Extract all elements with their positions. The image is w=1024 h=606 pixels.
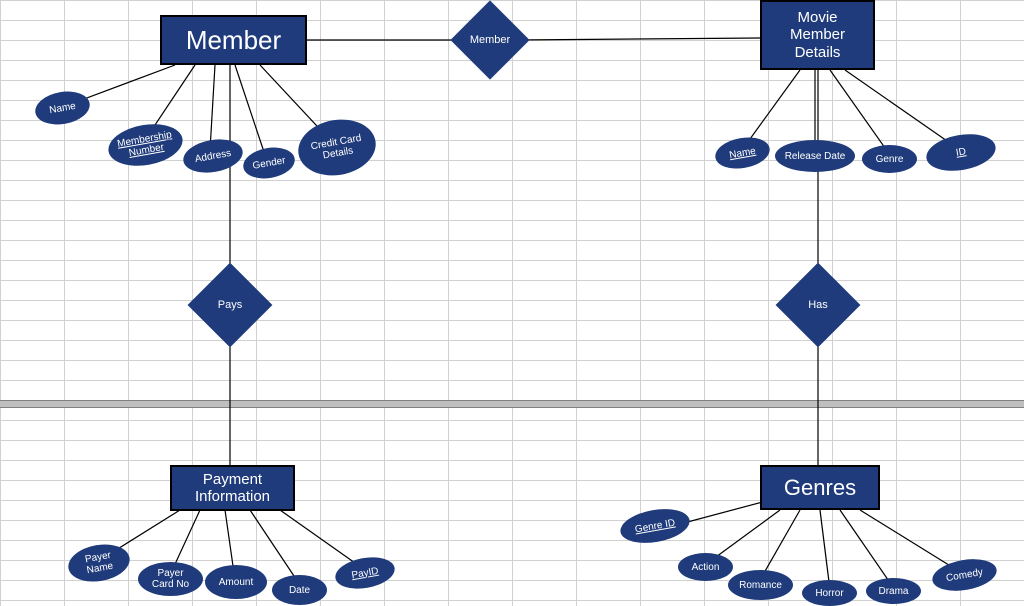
attr-pay-id-label: PayID xyxy=(351,565,380,581)
attr-horror: Horror xyxy=(802,580,857,606)
entity-payment-information-label: Payment Information xyxy=(195,471,270,506)
entity-member-label: Member xyxy=(186,25,281,56)
attr-date: Date xyxy=(272,575,327,605)
attr-payer-card-no-label: Payer Card No xyxy=(152,568,189,590)
attr-movie-name-label: Name xyxy=(728,145,756,160)
relationship-pays: Pays xyxy=(200,275,260,335)
attr-release-date-label: Release Date xyxy=(785,151,846,162)
attr-date-label: Date xyxy=(289,585,310,596)
relationship-has: Has xyxy=(788,275,848,335)
attr-drama-label: Drama xyxy=(878,586,908,597)
connector-lines xyxy=(0,0,1024,606)
attr-movie-id-label: ID xyxy=(955,146,967,159)
entity-member: Member xyxy=(160,15,307,65)
attr-amount-label: Amount xyxy=(219,577,253,588)
entity-movie-member-details: Movie Member Details xyxy=(760,0,875,70)
entity-genres: Genres xyxy=(760,465,880,510)
attr-genre-id-label: Genre ID xyxy=(634,517,676,535)
attr-romance-label: Romance xyxy=(739,580,782,591)
attr-member-name-label: Name xyxy=(48,100,76,115)
relationship-member-label: Member xyxy=(470,34,510,46)
attr-drama: Drama xyxy=(866,578,921,604)
entity-payment-information: Payment Information xyxy=(170,465,295,511)
attr-gender-label: Gender xyxy=(252,155,287,172)
attr-release-date: Release Date xyxy=(775,140,855,172)
relationship-member: Member xyxy=(462,12,518,68)
entity-movie-member-details-label: Movie Member Details xyxy=(790,9,845,61)
attr-action-label: Action xyxy=(692,562,720,573)
attr-romance: Romance xyxy=(728,570,793,600)
entity-genres-label: Genres xyxy=(784,475,856,501)
attr-action: Action xyxy=(678,553,733,581)
attr-comedy-label: Comedy xyxy=(945,566,984,583)
attr-payer-card-no: Payer Card No xyxy=(138,562,203,596)
attr-payer-name-label: Payer Name xyxy=(84,550,114,576)
attr-movie-genre-label: Genre xyxy=(876,154,904,165)
relationship-has-label: Has xyxy=(808,299,828,311)
relationship-pays-label: Pays xyxy=(218,299,242,311)
attr-horror-label: Horror xyxy=(815,588,843,599)
attr-amount: Amount xyxy=(205,565,267,599)
attr-credit-card-details-label: Credit Card Details xyxy=(310,132,364,163)
attr-movie-genre: Genre xyxy=(862,145,917,173)
attr-address-label: Address xyxy=(194,147,232,164)
attr-membership-number-label: Membership Number xyxy=(116,129,174,160)
